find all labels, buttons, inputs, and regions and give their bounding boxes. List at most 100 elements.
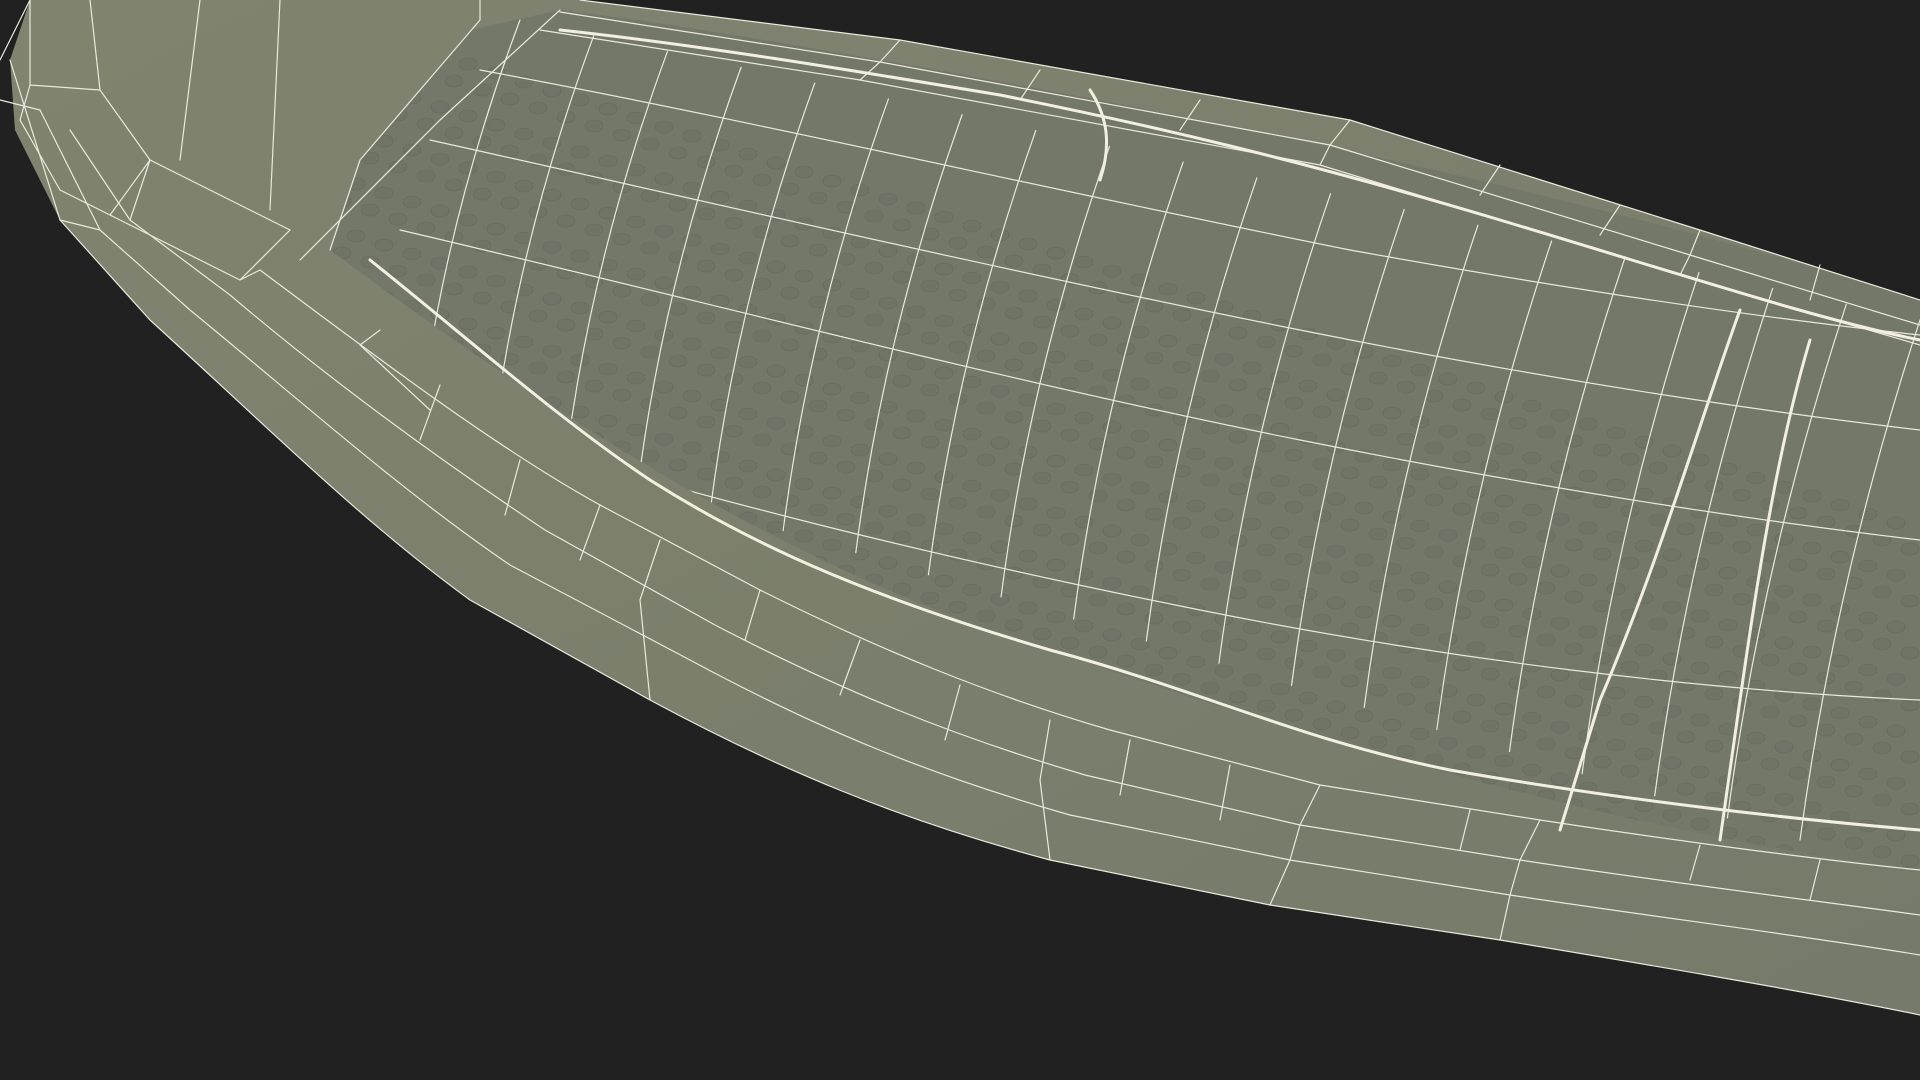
dimple bbox=[753, 1006, 771, 1018]
dimple bbox=[752, 173, 772, 187]
dimple bbox=[920, 435, 940, 449]
dimple bbox=[1032, 315, 1052, 329]
dimple bbox=[1032, 263, 1052, 277]
dimple bbox=[935, 887, 953, 899]
dimple bbox=[1900, 542, 1920, 556]
dimple bbox=[934, 366, 954, 380]
dimple bbox=[1634, 747, 1654, 761]
dimple bbox=[1564, 694, 1584, 708]
dimple bbox=[626, 267, 646, 281]
dimple bbox=[1592, 547, 1612, 561]
dimple bbox=[1075, 984, 1093, 996]
dimple bbox=[963, 1000, 981, 1012]
dimple bbox=[627, 944, 645, 956]
dimple bbox=[1872, 689, 1892, 703]
dimple bbox=[1144, 455, 1164, 469]
dimple bbox=[739, 876, 757, 888]
dimple bbox=[1550, 512, 1570, 526]
dimple bbox=[1676, 782, 1696, 796]
dimple bbox=[1060, 376, 1080, 390]
dimple bbox=[682, 337, 702, 351]
dimple bbox=[612, 700, 632, 714]
dimple bbox=[1075, 880, 1093, 892]
dimple bbox=[1858, 611, 1878, 625]
dimple bbox=[794, 477, 814, 491]
dimple bbox=[1607, 999, 1625, 1011]
dimple bbox=[1102, 524, 1122, 538]
dimple bbox=[962, 219, 982, 233]
dimple bbox=[1074, 463, 1094, 477]
dimple bbox=[1382, 354, 1402, 368]
dimple bbox=[1005, 1035, 1023, 1047]
dimple bbox=[1144, 403, 1164, 417]
dimple bbox=[291, 680, 309, 692]
dimple bbox=[920, 487, 940, 501]
dimple bbox=[1438, 580, 1458, 594]
dimple bbox=[794, 165, 814, 179]
dimple bbox=[1634, 695, 1654, 709]
dimple bbox=[710, 450, 730, 464]
dimple bbox=[1214, 404, 1234, 418]
dimple bbox=[1061, 1053, 1079, 1065]
dimple bbox=[1327, 961, 1345, 973]
dimple bbox=[725, 997, 743, 1009]
dimple bbox=[1593, 1068, 1611, 1080]
dimple bbox=[1872, 741, 1892, 755]
dimple bbox=[1872, 585, 1892, 599]
dimple bbox=[1326, 700, 1346, 714]
dimple bbox=[948, 236, 968, 250]
dimple bbox=[1326, 492, 1346, 506]
dimple bbox=[1116, 602, 1136, 616]
dimple bbox=[1396, 484, 1416, 498]
dimple bbox=[1536, 685, 1556, 699]
dimple bbox=[374, 550, 394, 564]
dimple bbox=[1088, 541, 1108, 555]
dimple bbox=[1018, 861, 1038, 870]
dimple bbox=[402, 767, 422, 781]
dimple bbox=[1564, 434, 1584, 448]
dimple bbox=[865, 990, 883, 1002]
dimple bbox=[780, 858, 800, 870]
dimple bbox=[1425, 962, 1443, 974]
dimple bbox=[556, 266, 576, 280]
dimple bbox=[1620, 556, 1640, 570]
dimple bbox=[1354, 605, 1374, 619]
dimple bbox=[1242, 569, 1262, 583]
dimple bbox=[330, 688, 338, 702]
dimple bbox=[696, 831, 716, 845]
dimple bbox=[1690, 713, 1710, 727]
dimple bbox=[1705, 1000, 1723, 1012]
dimple bbox=[557, 943, 575, 955]
dimple bbox=[977, 1026, 995, 1038]
dimple bbox=[1284, 396, 1304, 410]
dimple bbox=[640, 345, 660, 359]
dimple bbox=[346, 801, 366, 815]
dimple bbox=[1074, 567, 1094, 581]
dimple bbox=[1424, 597, 1444, 611]
dimple bbox=[640, 709, 660, 723]
dimple bbox=[500, 144, 520, 158]
dimple bbox=[1088, 489, 1108, 503]
dimple bbox=[346, 749, 366, 763]
dimple bbox=[906, 409, 926, 423]
dimple bbox=[907, 982, 925, 994]
dimple bbox=[1397, 1005, 1415, 1017]
dimple bbox=[444, 126, 464, 140]
dimple bbox=[641, 918, 659, 930]
dimple bbox=[1243, 934, 1261, 946]
dimple bbox=[724, 476, 744, 490]
dimple bbox=[668, 458, 688, 472]
dimple bbox=[1088, 333, 1108, 347]
dimple bbox=[921, 956, 939, 968]
dimple bbox=[528, 101, 548, 115]
dimple bbox=[683, 962, 701, 974]
dimple bbox=[486, 118, 506, 132]
dimple bbox=[1747, 1044, 1765, 1056]
dimple bbox=[1690, 817, 1710, 831]
dimple bbox=[1816, 827, 1836, 841]
dimple bbox=[1452, 502, 1472, 516]
dimple bbox=[1228, 326, 1248, 340]
dimple bbox=[655, 953, 673, 965]
dimple bbox=[836, 460, 856, 474]
dimple bbox=[865, 886, 883, 898]
